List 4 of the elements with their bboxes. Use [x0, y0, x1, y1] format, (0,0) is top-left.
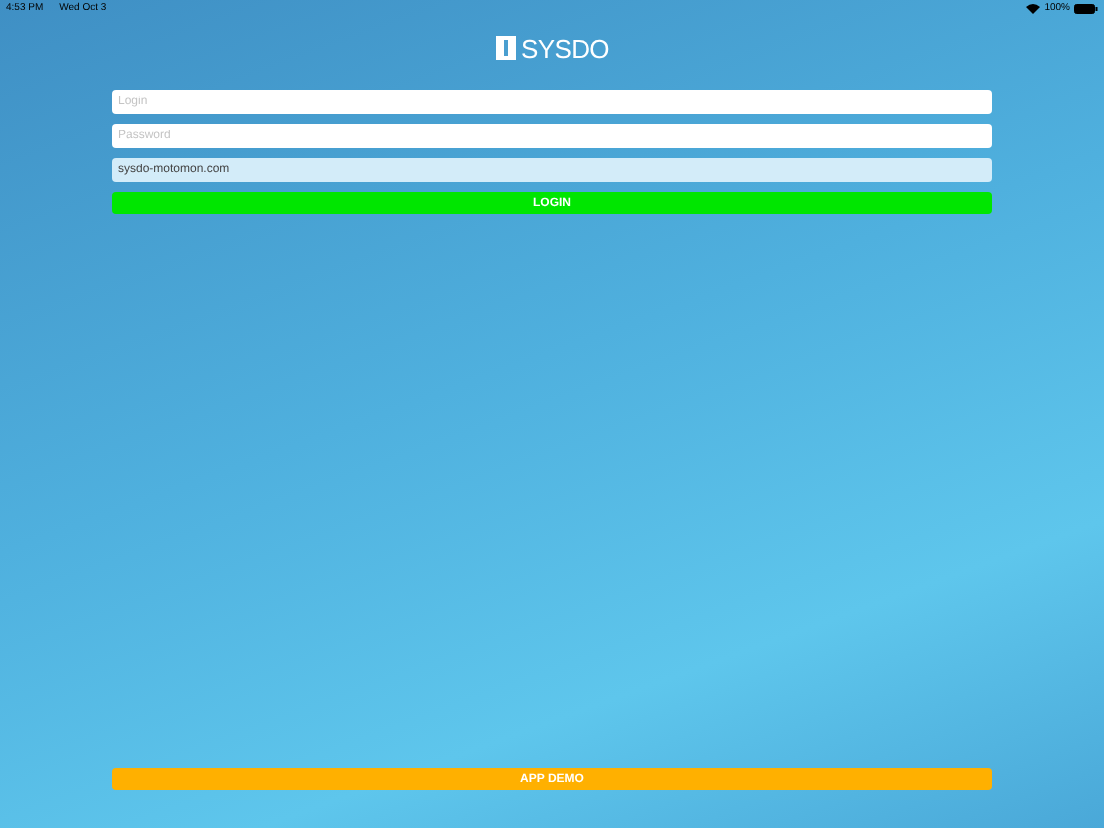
- logo-text: SYSDO: [521, 35, 609, 61]
- logo-icon: [495, 36, 516, 60]
- battery-icon: [1074, 4, 1098, 14]
- wifi-icon: [1026, 4, 1041, 14]
